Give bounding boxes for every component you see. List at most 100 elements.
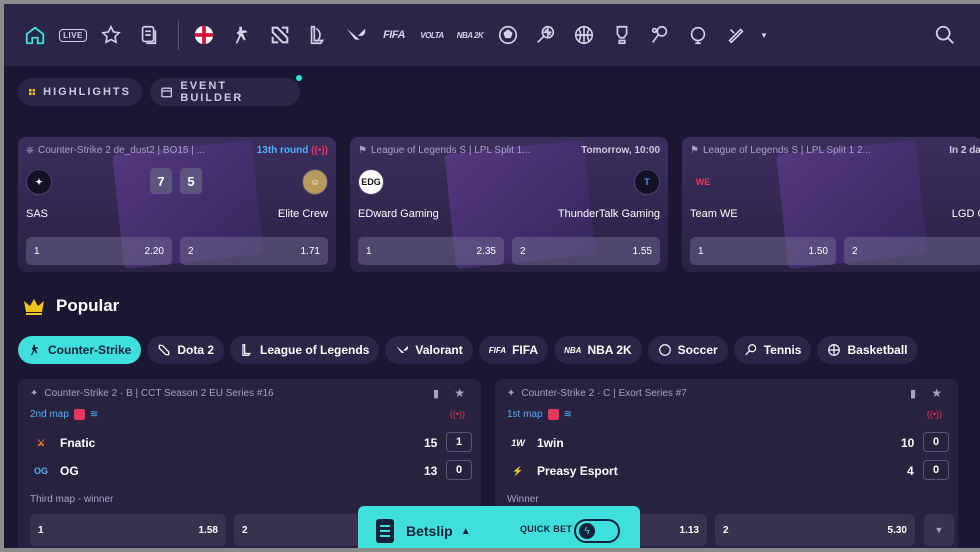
team1-score: 10 xyxy=(901,436,915,450)
highlights-label: HIGHLIGHTS xyxy=(43,86,131,98)
map-indicator: 1st map ≋ xyxy=(507,409,572,420)
og-logo: OG xyxy=(33,466,48,476)
counter-strike-icon[interactable] xyxy=(225,18,259,52)
highlight-card[interactable]: ⚑ League of Legends S | LPL Split 1 2... … xyxy=(682,137,980,272)
odd-button-2[interactable]: 2 xyxy=(844,237,980,265)
chip-league-of-legends[interactable]: League of Legends xyxy=(230,336,380,364)
team1-score: 7 xyxy=(150,168,172,194)
search-button[interactable] xyxy=(930,20,960,50)
search-icon xyxy=(935,25,954,44)
1win-logo: 1W xyxy=(511,438,525,448)
fifa-volta-icon[interactable]: VOLTA xyxy=(415,18,449,52)
live-indicator-icon: ((•)) xyxy=(926,409,942,419)
highlights-button[interactable]: HIGHLIGHTS xyxy=(18,78,142,106)
lightning-icon: ϟ xyxy=(579,523,595,539)
fifa-label: FIFA xyxy=(383,29,405,41)
odd-button-1[interactable]: 1 1.50 xyxy=(690,237,836,265)
betslip-icon xyxy=(376,519,394,543)
england-flag-icon[interactable] xyxy=(187,18,221,52)
stats-icon[interactable]: ▮ xyxy=(433,387,439,400)
fifa-icon[interactable]: FIFA xyxy=(377,18,411,52)
event-builder-label: EVENT BUILDER xyxy=(180,80,244,104)
basketball-icon[interactable] xyxy=(567,18,601,52)
odd-button-1[interactable]: 1 1.58 xyxy=(30,514,226,546)
team2-score: 4 xyxy=(907,464,914,478)
card-status: Tomorrow, 10:00 xyxy=(581,145,660,156)
counter-strike-icon xyxy=(30,344,39,356)
chip-fifa[interactable]: FIFA FIFA xyxy=(478,336,549,364)
league-of-legends-icon[interactable] xyxy=(301,18,335,52)
chip-dota2[interactable]: Dota 2 xyxy=(147,336,225,364)
map-indicator: 2nd map ≋ xyxy=(30,409,99,420)
chip-counter-strike[interactable]: Counter-Strike xyxy=(18,336,142,364)
more-sports-icon[interactable] xyxy=(719,18,753,52)
chip-soccer[interactable]: Soccer xyxy=(647,336,728,364)
team1-logo: WE xyxy=(695,177,711,187)
home-icon[interactable] xyxy=(18,18,52,52)
market-label: Winner xyxy=(507,494,539,505)
chip-valorant[interactable]: Valorant xyxy=(385,336,473,364)
stats-icon[interactable]: ▮ xyxy=(910,387,916,400)
team1-logo: EDG xyxy=(358,169,384,195)
nba2k-icon[interactable]: NBA 2K xyxy=(453,18,487,52)
more-markets-button[interactable]: ▼ xyxy=(924,514,954,546)
top-nav: LIVE FIFA VOLTA NBA 2K ▼ xyxy=(4,4,980,66)
odd-button-1[interactable]: 1 2.35 xyxy=(358,237,504,265)
team2-logo: T xyxy=(634,169,660,195)
star-icon[interactable]: ★ xyxy=(931,386,942,400)
counter-strike-icon: ✦ xyxy=(507,388,516,399)
team2-maps: 0 xyxy=(446,460,472,480)
ice-hockey-icon[interactable] xyxy=(605,18,639,52)
live-label: LIVE xyxy=(59,28,87,42)
dota2-icon xyxy=(159,344,170,356)
tennis-icon[interactable] xyxy=(529,18,563,52)
soccer-icon[interactable] xyxy=(491,18,525,52)
match-header: ✦ Counter-Strike 2 · B | CCT Season 2 EU … xyxy=(30,388,274,399)
market-label: Third map - winner xyxy=(30,494,114,505)
card-status: 13th round ((•)) xyxy=(256,145,328,156)
chip-nba2k[interactable]: NBA NBA 2K xyxy=(554,336,642,364)
card-header: ⚑ League of Legends S | LPL Split 1 2... xyxy=(690,145,871,156)
event-builder-button[interactable]: EVENT BUILDER xyxy=(150,75,302,106)
chevron-down-icon[interactable]: ▼ xyxy=(757,18,771,52)
tennis-2k-icon[interactable] xyxy=(643,18,677,52)
live-icon[interactable]: LIVE xyxy=(56,18,90,52)
document-icon[interactable] xyxy=(132,18,166,52)
stream-icon xyxy=(547,409,559,420)
stats-link-icon: ≋ xyxy=(89,409,99,420)
betslip-bar[interactable]: Betslip ▲ QUICK BET ϟ xyxy=(358,506,640,548)
nba-label: NBA 2K xyxy=(456,30,484,40)
volta-label: VOLTA xyxy=(420,30,444,40)
chip-basketball[interactable]: Basketball xyxy=(817,336,918,364)
preasy-logo: ⚡ xyxy=(512,465,524,476)
odd-button-1[interactable]: 1 2.20 xyxy=(26,237,172,265)
star-icon[interactable]: ★ xyxy=(454,386,465,400)
highlight-card[interactable]: ⎈ Counter-Strike 2 de_dust2 | BO15 | ... … xyxy=(18,137,336,272)
team1-logo: ✦ xyxy=(26,169,52,195)
quick-bet-toggle[interactable]: ϟ xyxy=(574,519,620,543)
highlight-card[interactable]: ⚑ League of Legends S | LPL Split 1... To… xyxy=(350,137,668,272)
odd-button-2[interactable]: 2 1.71 xyxy=(180,237,328,265)
odd-button-2[interactable]: 2 5.30 xyxy=(715,514,915,546)
valorant-icon[interactable] xyxy=(339,18,373,52)
section-title: Popular xyxy=(22,296,119,316)
team1-name: Team WE xyxy=(690,208,738,220)
team1-score: 15 xyxy=(424,436,438,450)
team2-name: Elite Crew xyxy=(277,208,328,220)
quick-bet-label: QUICK BET xyxy=(520,524,573,534)
team1-maps: 0 xyxy=(923,432,949,452)
live-indicator-icon: ((•)) xyxy=(449,409,465,419)
dota2-icon[interactable] xyxy=(263,18,297,52)
soccer-icon xyxy=(658,344,671,356)
golf-icon[interactable] xyxy=(681,18,715,52)
chevron-up-icon: ▲ xyxy=(460,525,471,537)
chip-tennis[interactable]: Tennis xyxy=(733,336,812,364)
star-icon[interactable] xyxy=(94,18,128,52)
nav-divider xyxy=(178,20,179,50)
team2-score: 5 xyxy=(180,168,202,194)
sport-filter-chips: Counter-Strike Dota 2 League of Legends … xyxy=(18,336,918,364)
team1-row: 1W 1win xyxy=(507,434,563,452)
grid-icon xyxy=(29,88,36,96)
tennis-icon xyxy=(745,344,756,356)
odd-button-2[interactable]: 2 1.55 xyxy=(512,237,660,265)
